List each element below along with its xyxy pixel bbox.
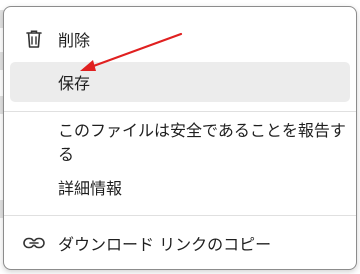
menu-item-label: 保存 <box>58 74 91 93</box>
menu-item-label: 詳細情報 <box>58 179 123 198</box>
link-icon <box>22 231 46 255</box>
menu-item-label: ダウンロード リンクのコピー <box>58 235 272 254</box>
menu-item-label: このファイルは安全であることを報告する <box>58 121 346 164</box>
trash-icon <box>22 27 46 51</box>
menu-item-label: 削除 <box>58 31 91 50</box>
context-menu: 削除 保存 このファイルは安全であることを報告する 詳細情報 ダウンロード リン… <box>3 6 357 270</box>
menu-divider <box>4 111 356 112</box>
menu-item-save[interactable]: 保存 <box>10 62 350 102</box>
menu-item-report-safe[interactable]: このファイルは安全であることを報告する <box>10 121 350 164</box>
menu-item-more-info[interactable]: 詳細情報 <box>10 167 350 207</box>
menu-item-delete[interactable]: 削除 <box>10 19 350 59</box>
menu-item-copy-download-link[interactable]: ダウンロード リンクのコピー <box>10 223 350 263</box>
menu-divider <box>4 215 356 216</box>
